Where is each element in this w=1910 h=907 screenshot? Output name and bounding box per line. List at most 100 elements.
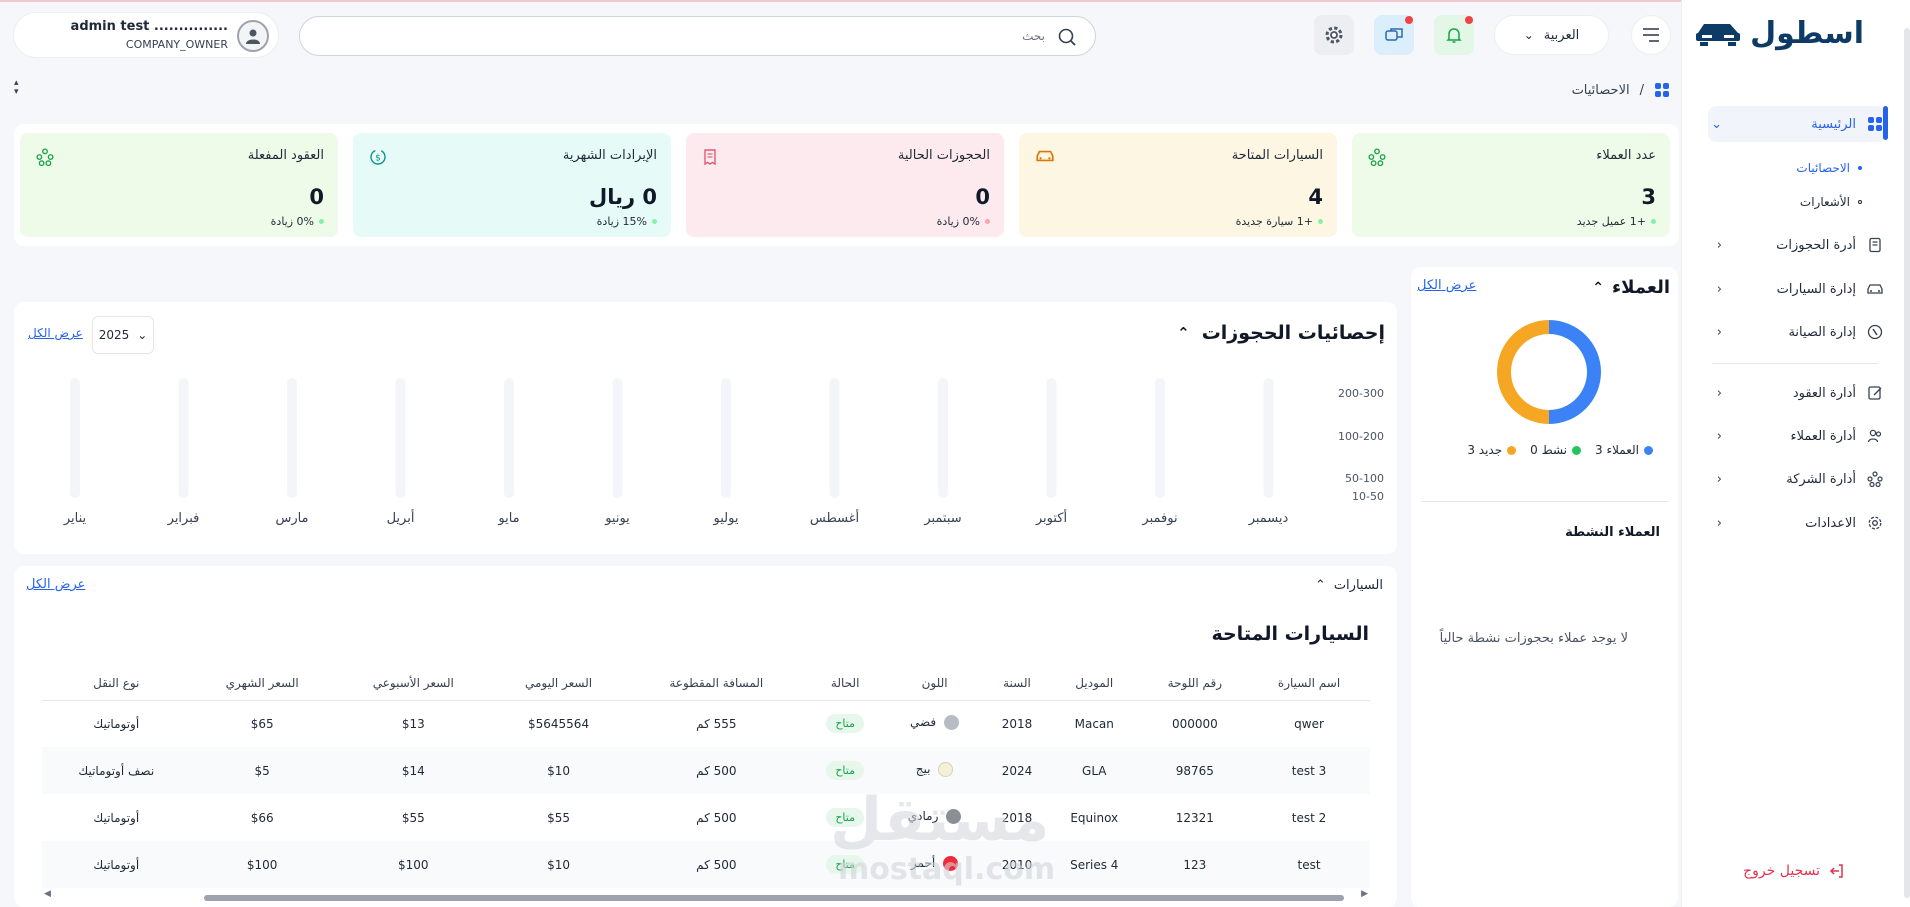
language-label: العربية <box>1543 27 1580 43</box>
stat-card-cars[interactable]: السيارات المتاحة 4 +1 سيارة جديدة <box>1019 133 1337 237</box>
stat-card-revenue[interactable]: الإيرادات الشهرية $ 0 ريال 15% زيادة <box>353 133 671 237</box>
column-header[interactable]: نوع النقل <box>42 666 191 701</box>
messages-button[interactable] <box>1374 15 1414 55</box>
bullet-icon <box>1858 200 1862 204</box>
sidebar-item-contracts[interactable]: أدارة العقود ‹ <box>1708 375 1886 411</box>
notifications-button[interactable] <box>1434 15 1474 55</box>
color-swatch <box>938 761 954 777</box>
color-swatch <box>943 855 959 871</box>
x-tick-label: يناير <box>63 511 87 526</box>
year-select[interactable]: 2025 ⌄ <box>92 316 154 354</box>
table-cell: متاح <box>808 841 883 888</box>
sidebar-divider <box>1712 363 1878 364</box>
column-header[interactable]: الحالة <box>808 666 883 701</box>
cars-view-all-link[interactable]: عرض الكل <box>26 577 85 592</box>
sidebar-item-label: إدارة السيارات <box>1776 281 1856 297</box>
table-header-row: اسم السيارة رقم اللوحة الموديل السنة اللون ال… <box>42 666 1370 701</box>
column-header[interactable]: رقم اللوحة <box>1141 666 1249 701</box>
scroll-right-arrow[interactable]: ▶ <box>1361 889 1368 899</box>
stat-value: 3 <box>1641 185 1656 209</box>
search-input[interactable] <box>345 25 1045 47</box>
bookings-header[interactable]: إحصائيات الحجوزات ⌃ <box>1177 322 1385 344</box>
color-cell: فضي <box>910 714 960 730</box>
column-header[interactable]: الموديل <box>1046 666 1142 701</box>
table-row[interactable]: test 123 Series 4 2010 أحمر متاح 500 كم $10 $100… <box>42 841 1370 888</box>
year-value: 2025 <box>98 328 130 342</box>
table-horizontal-scrollbar[interactable]: ◀ ▶ <box>42 889 1370 902</box>
column-header[interactable]: السعر الشهري <box>190 666 334 701</box>
menu-toggle-button[interactable] <box>1631 15 1671 55</box>
table-row[interactable]: test 3 98765 GLA 2024 بيج متاح 500 كم $10 $14 $5 ن… <box>42 747 1370 794</box>
svg-text:$: $ <box>375 154 381 164</box>
language-select[interactable]: العربية ⌄ <box>1494 15 1609 55</box>
scroll-stepper[interactable]: ▴ ▾ <box>14 79 19 97</box>
x-tick-label: فبراير <box>167 511 200 526</box>
car-icon <box>1035 148 1055 164</box>
chevron-down-icon: ⌄ <box>1523 28 1534 42</box>
sidebar-item-company[interactable]: أدارة الشركة ‹ <box>1708 461 1886 497</box>
scrollbar-thumb[interactable] <box>204 895 1344 901</box>
sidebar-item-cars[interactable]: إدارة السيارات ‹ <box>1708 271 1886 307</box>
x-tick-label: أكتوبر <box>1035 509 1067 526</box>
stat-title: العقود المفعلة <box>247 148 324 163</box>
sidebar-item-label: أدارة الشركة <box>1786 471 1856 487</box>
scroll-left-arrow[interactable]: ◀ <box>44 889 51 899</box>
sidebar-scrollbar[interactable] <box>1904 28 1910 898</box>
bookings-view-all-link[interactable]: عرض الكل <box>28 326 83 340</box>
cars-section-header[interactable]: السيارات ⌃ <box>1315 578 1383 593</box>
customers-view-all-link[interactable]: عرض الكل <box>1417 278 1476 293</box>
stat-card-bookings[interactable]: الحجوزات الحالية 0 0% زيادة <box>686 133 1004 237</box>
active-indicator <box>1883 106 1888 140</box>
cars-table-title: السيارات المتاحة <box>1211 623 1369 645</box>
logout-button[interactable]: تسجيل خروج <box>1743 862 1846 880</box>
sidebar-subitem-statistics[interactable]: الاحصائيات <box>1796 161 1862 175</box>
avatar <box>237 20 269 52</box>
settings-button[interactable] <box>1314 15 1354 55</box>
y-tick-label: 50-100 <box>1345 472 1384 485</box>
table-cell: test 3 <box>1248 747 1370 794</box>
column-header[interactable]: السعر الأسبوعي <box>333 666 493 701</box>
sidebar-item-home[interactable]: الرئيسية ⌄ <box>1708 106 1886 142</box>
search-box[interactable] <box>299 16 1096 56</box>
table-row[interactable]: test 2 12321 Equinox 2018 رمادي متاح 500 كم $55… <box>42 794 1370 841</box>
bar-track-0 <box>70 378 80 498</box>
sidebar-subitem-notifications[interactable]: الأشعارات <box>1800 195 1862 209</box>
color-cell: بيج <box>916 761 954 777</box>
stat-value: 0 ريال <box>588 185 657 209</box>
sidebar-item-bookings[interactable]: أدرة الحجوزات ‹ <box>1708 227 1886 263</box>
brand-logo[interactable]: اسطول <box>1694 16 1864 51</box>
legend-dot <box>1572 445 1582 455</box>
table-row[interactable]: qwer 000000 Macan 2018 فضي متاح 555 كم $5645564… <box>42 700 1370 747</box>
user-role: COMPANY_OWNER <box>125 38 228 51</box>
bar-track-1 <box>178 378 189 498</box>
user-menu[interactable]: admin test ............... COMPANY_OWNER <box>13 12 279 58</box>
table-cell: 500 كم <box>624 747 809 794</box>
network-icon <box>36 148 54 166</box>
sidebar-item-customers[interactable]: أدارة العملاء ‹ <box>1708 418 1886 454</box>
table-cell: 500 كم <box>624 841 809 888</box>
legend-item-new: جديد 3 <box>1467 443 1517 457</box>
chevron-left-icon: ‹ <box>1716 428 1722 444</box>
stat-card-customers[interactable]: عدد العملاء 3 +1 عميل جديد <box>1352 133 1670 237</box>
column-header[interactable]: المسافة المقطوعة <box>624 666 809 701</box>
column-header[interactable]: السنة <box>987 666 1047 701</box>
column-header[interactable]: اللون <box>882 666 988 701</box>
column-header[interactable]: اسم السيارة <box>1248 666 1370 701</box>
sidebar-item-maintenance[interactable]: إدارة الصيانة ‹ <box>1708 314 1886 350</box>
bar-track-5 <box>612 378 623 498</box>
stat-change-text: 0% زيادة <box>936 215 980 228</box>
sidebar-item-label: أدرة الحجوزات <box>1776 237 1856 253</box>
status-dot <box>985 219 990 224</box>
stat-value: 0 <box>975 185 990 209</box>
customers-header[interactable]: العملاء ⌃ <box>1592 277 1670 298</box>
stat-card-contracts[interactable]: العقود المفعلة 0 0% زيادة <box>20 133 338 237</box>
sidebar-item-label: أدارة العقود <box>1792 385 1856 401</box>
table-cell: $13 <box>401 716 425 731</box>
status-badge: متاح <box>826 855 864 874</box>
network-icon <box>1368 148 1386 166</box>
legend-item-active: نشط 0 <box>1530 443 1582 457</box>
column-header[interactable]: السعر اليومي <box>492 666 625 701</box>
sidebar-item-settings[interactable]: الاعدادات ‹ <box>1708 505 1886 541</box>
chevron-left-icon: ‹ <box>1716 324 1722 340</box>
table-cell: 2010 <box>987 841 1047 888</box>
